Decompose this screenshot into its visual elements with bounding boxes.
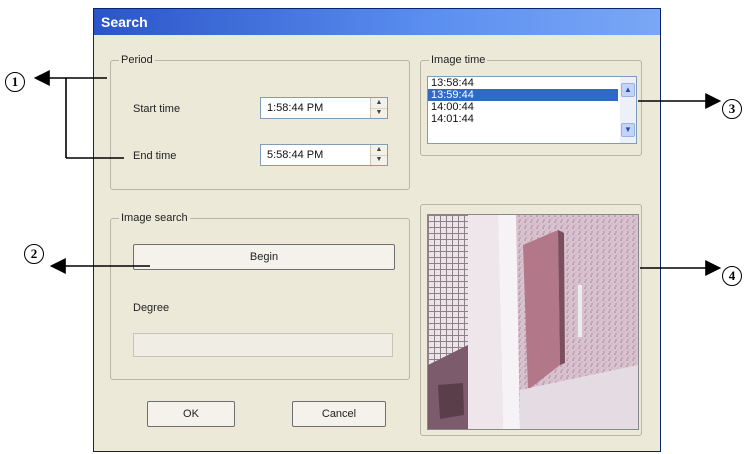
start-time-value: 1:58:44 PM [267,102,324,114]
image-time-legend: Image time [429,53,488,67]
list-item[interactable]: 13:58:44 [428,77,618,89]
callout-4: 4 [722,266,742,286]
dialog-title: Search [94,9,660,35]
callout-1-number: 1 [5,72,25,92]
image-time-list[interactable]: 13:58:44 13:59:44 14:00:44 14:01:44 ▲ ▼ [427,76,637,144]
list-scrollbar[interactable]: ▲ ▼ [620,77,636,143]
end-time-spinner[interactable]: ▲ ▼ [370,145,387,165]
list-item[interactable]: 14:00:44 [428,101,618,113]
camera-preview-image [427,214,639,430]
image-search-legend: Image search [119,211,190,225]
start-time-label: Start time [133,103,181,115]
ok-button[interactable]: OK [147,401,235,427]
degree-label: Degree [133,302,170,314]
end-time-value: 5:58:44 PM [267,149,324,161]
period-legend: Period [119,53,155,67]
camera-scene [428,215,638,429]
spin-down-icon[interactable]: ▼ [371,155,387,165]
chevron-down-icon[interactable]: ▼ [621,123,635,137]
period-group: Period [110,53,410,190]
callout-2: 2 [24,244,44,264]
degree-progress-bar [133,333,393,357]
callout-3: 3 [722,99,742,119]
callout-2-number: 2 [24,244,44,264]
list-item-selected[interactable]: 13:59:44 [428,89,618,101]
callout-1: 1 [5,72,25,92]
start-time-field[interactable]: 1:58:44 PM ▲ ▼ [260,97,388,119]
list-item[interactable]: 14:01:44 [428,113,618,125]
callout-3-number: 3 [722,99,742,119]
begin-button[interactable]: Begin [133,244,395,270]
cancel-button[interactable]: Cancel [292,401,386,427]
spin-down-icon[interactable]: ▼ [371,108,387,118]
end-time-field[interactable]: 5:58:44 PM ▲ ▼ [260,144,388,166]
chevron-up-icon[interactable]: ▲ [621,83,635,97]
callout-4-number: 4 [722,266,742,286]
end-time-label: End time [133,150,177,162]
start-time-spinner[interactable]: ▲ ▼ [370,98,387,118]
